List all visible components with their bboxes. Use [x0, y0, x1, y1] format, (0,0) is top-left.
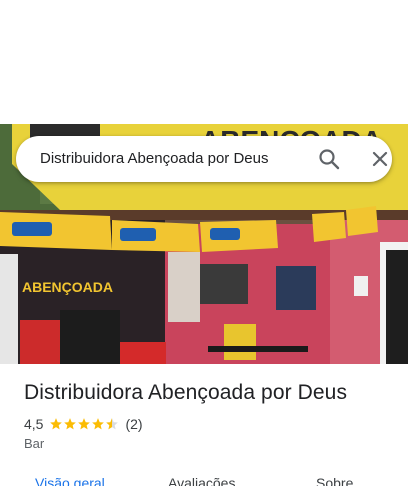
- star-icon: [78, 418, 91, 430]
- star-icon: [50, 418, 63, 430]
- half-star-icon: [106, 418, 119, 430]
- search-icon[interactable]: [318, 148, 340, 170]
- interior-sign-text: ABENÇOADA: [22, 279, 113, 295]
- star-rating: [49, 417, 119, 431]
- search-bar[interactable]: Distribuidora Abençoada por Deus: [16, 136, 392, 182]
- place-category: Bar: [24, 436, 45, 451]
- tab-about[interactable]: Sobre: [316, 475, 353, 486]
- tab-bar: Visão geral Avaliações Sobre: [0, 470, 408, 486]
- tab-overview[interactable]: Visão geral: [35, 475, 105, 486]
- tab-reviews[interactable]: Avaliações: [168, 475, 235, 486]
- rating-value: 4,5: [24, 416, 44, 432]
- top-blank-area: [0, 0, 408, 124]
- star-icon: [92, 418, 105, 430]
- star-icon: [64, 418, 77, 430]
- rating-row[interactable]: 4,5 (2): [24, 415, 143, 433]
- close-icon[interactable]: [370, 149, 390, 169]
- review-count[interactable]: (2): [125, 416, 142, 432]
- search-input[interactable]: Distribuidora Abençoada por Deus: [40, 136, 268, 182]
- place-title: Distribuidora Abençoada por Deus: [24, 381, 348, 404]
